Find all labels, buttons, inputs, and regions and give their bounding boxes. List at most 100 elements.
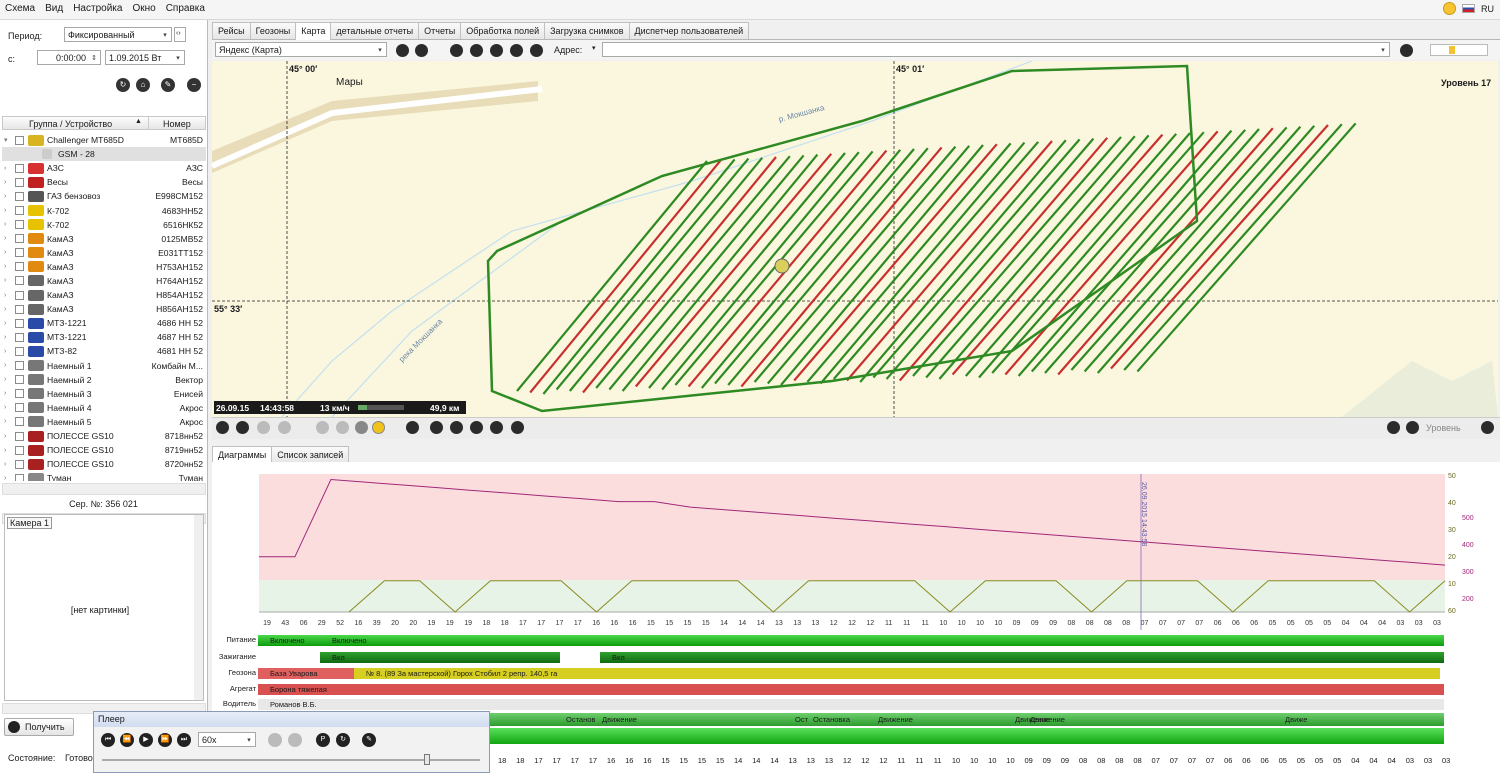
time-input[interactable]: 0:00:00 ⇕ (37, 50, 101, 65)
refresh-icon[interactable]: ↻ (116, 78, 130, 92)
menu-window[interactable]: Окно (127, 0, 160, 17)
tab-6[interactable]: Загрузка снимков (544, 22, 630, 39)
movement-label[interactable]: Движение (602, 715, 637, 724)
device-row[interactable]: › К-702 4683НН52 (2, 203, 206, 217)
settings-icon[interactable] (1400, 44, 1413, 57)
chevron-down-icon[interactable]: ▾ (4, 136, 12, 144)
tree-hscrollbar[interactable] (2, 483, 206, 495)
wrench-icon[interactable] (415, 44, 428, 57)
device-checkbox[interactable] (15, 417, 24, 427)
device-row[interactable]: › КамАЗ Н854АН152 (2, 288, 206, 302)
minus-icon[interactable]: − (187, 78, 201, 92)
timeline-segment[interactable]: Включено (258, 635, 320, 646)
bottom-tab-1[interactable]: Список записей (271, 446, 350, 463)
device-checkbox[interactable] (15, 262, 24, 272)
zoom-slider[interactable] (1430, 44, 1488, 56)
device-subitem[interactable]: GSM - 28 (2, 147, 206, 162)
chevron-right-icon[interactable]: › (4, 193, 12, 200)
device-row[interactable]: › КамАЗ Н764АН152 (2, 274, 206, 288)
timeline-segment[interactable]: Включено (320, 635, 1444, 646)
device-checkbox[interactable] (15, 389, 24, 399)
rewind-icon[interactable]: ⏪ (120, 733, 134, 747)
home-icon[interactable]: ⌂ (136, 78, 150, 92)
tab-5[interactable]: Обработка полей (460, 22, 546, 39)
tab-1[interactable]: Геозоны (249, 22, 297, 39)
globe-icon[interactable] (406, 421, 419, 434)
menu-settings[interactable]: Настройка (68, 0, 127, 17)
device-checkbox[interactable] (15, 206, 24, 216)
date-input[interactable]: 1.09.2015 Вт ▾ (105, 50, 185, 65)
menu-help[interactable]: Справка (161, 0, 210, 17)
chevron-right-icon[interactable]: › (4, 249, 12, 256)
device-row[interactable]: › МТЗ-1221 4686 НН 52 (2, 316, 206, 330)
layer-icon[interactable] (450, 44, 463, 57)
device-row[interactable]: › МТЗ-1221 4687 НН 52 (2, 330, 206, 344)
device-row[interactable]: › КамАЗ 0125МВ52 (2, 232, 206, 246)
language-label[interactable]: RU (1481, 4, 1494, 14)
chevron-down-icon[interactable]: ▾ (592, 44, 596, 52)
movement-label[interactable]: Движение (878, 715, 913, 724)
download-icon[interactable] (490, 44, 503, 57)
movement-label[interactable]: Движе (1285, 715, 1307, 724)
chevron-right-icon[interactable]: › (4, 320, 12, 327)
device-checkbox[interactable] (15, 361, 24, 371)
device-checkbox[interactable] (15, 248, 24, 258)
menu-view[interactable]: Вид (40, 0, 68, 17)
timeline-segment[interactable]: Борона тяжелая (258, 684, 1444, 695)
target-icon[interactable] (511, 421, 524, 434)
chevron-right-icon[interactable]: › (4, 277, 12, 284)
level-dropdown[interactable]: Уровень (1426, 423, 1461, 433)
menu-schema[interactable]: Схема (0, 0, 40, 17)
movement-label[interactable]: Движение (1030, 715, 1065, 724)
device-row[interactable]: › ГАЗ бензовоз Е998СМ152 (2, 189, 206, 203)
device-checkbox[interactable] (15, 276, 24, 286)
camera-vscroll[interactable] (194, 515, 203, 700)
address-input[interactable]: ▾ (602, 42, 1390, 57)
crosshair-icon[interactable] (216, 421, 229, 434)
chevron-right-icon[interactable]: › (4, 165, 12, 172)
vehicle-icon[interactable] (774, 258, 790, 274)
player-titlebar[interactable]: Плеер (94, 712, 489, 727)
player-slider-thumb[interactable] (424, 754, 430, 765)
play-icon[interactable]: ▶ (139, 733, 153, 747)
chevron-right-icon[interactable]: › (4, 404, 12, 411)
chevron-right-icon[interactable]: › (4, 221, 12, 228)
zoom-in-icon[interactable] (1406, 421, 1419, 434)
timeline-segment[interactable]: Вкл (600, 652, 1444, 663)
timeline-segment[interactable]: № 8. (89 За мастерской) Горох Стобил 2 р… (354, 668, 1440, 679)
col-group-header[interactable]: Группа / Устройство (29, 119, 112, 129)
device-checkbox[interactable] (15, 403, 24, 413)
device-checkbox[interactable] (15, 375, 24, 385)
timeline-segment[interactable]: База Уварова (258, 668, 354, 679)
speed-select[interactable]: 60х ▾ (198, 732, 256, 747)
period-select[interactable]: Фиксированный ▾ (64, 27, 172, 42)
car-icon[interactable] (510, 44, 523, 57)
device-row[interactable]: › КамАЗ Е031ТТ152 (2, 246, 206, 260)
device-checkbox[interactable] (15, 346, 24, 356)
device-row[interactable]: › КамАЗ Н753АН152 (2, 260, 206, 274)
refresh-icon[interactable]: ↻ (336, 733, 350, 747)
map-canvas[interactable]: 45° 00′ 45° 01′ 55° 33′ Уровень 17 Мары … (212, 61, 1498, 417)
filter-icon[interactable] (236, 421, 249, 434)
chevron-right-icon[interactable]: › (4, 433, 12, 440)
device-row[interactable]: › МТЗ-82 4681 НН 52 (2, 344, 206, 358)
chevron-right-icon[interactable]: › (4, 390, 12, 397)
navigator-icon[interactable] (372, 421, 385, 434)
skip-start-icon[interactable]: ⏮ (101, 733, 115, 747)
tab-7[interactable]: Диспетчер пользователей (628, 22, 750, 39)
tab-0[interactable]: Рейсы (212, 22, 251, 39)
chevron-right-icon[interactable]: › (4, 348, 12, 355)
device-checkbox[interactable] (15, 177, 24, 187)
chevron-right-icon[interactable]: › (4, 362, 12, 369)
chevron-right-icon[interactable]: › (4, 418, 12, 425)
wrench-icon[interactable]: ✎ (161, 78, 175, 92)
movement-label[interactable]: Остановка (813, 715, 850, 724)
device-row[interactable]: › АЗС АЗС (2, 161, 206, 175)
compass-icon[interactable] (1481, 421, 1494, 434)
parking-icon[interactable]: P (316, 733, 330, 747)
device-row[interactable]: › ПОЛЕССЕ GS10 8718нн52 (2, 429, 206, 443)
device-row[interactable]: ▾ Challenger MT685D MT685D (2, 133, 206, 147)
smiley-icon[interactable] (1443, 2, 1456, 15)
skip-end-icon[interactable]: ⏭ (177, 733, 191, 747)
fast-forward-icon[interactable]: ⏩ (158, 733, 172, 747)
